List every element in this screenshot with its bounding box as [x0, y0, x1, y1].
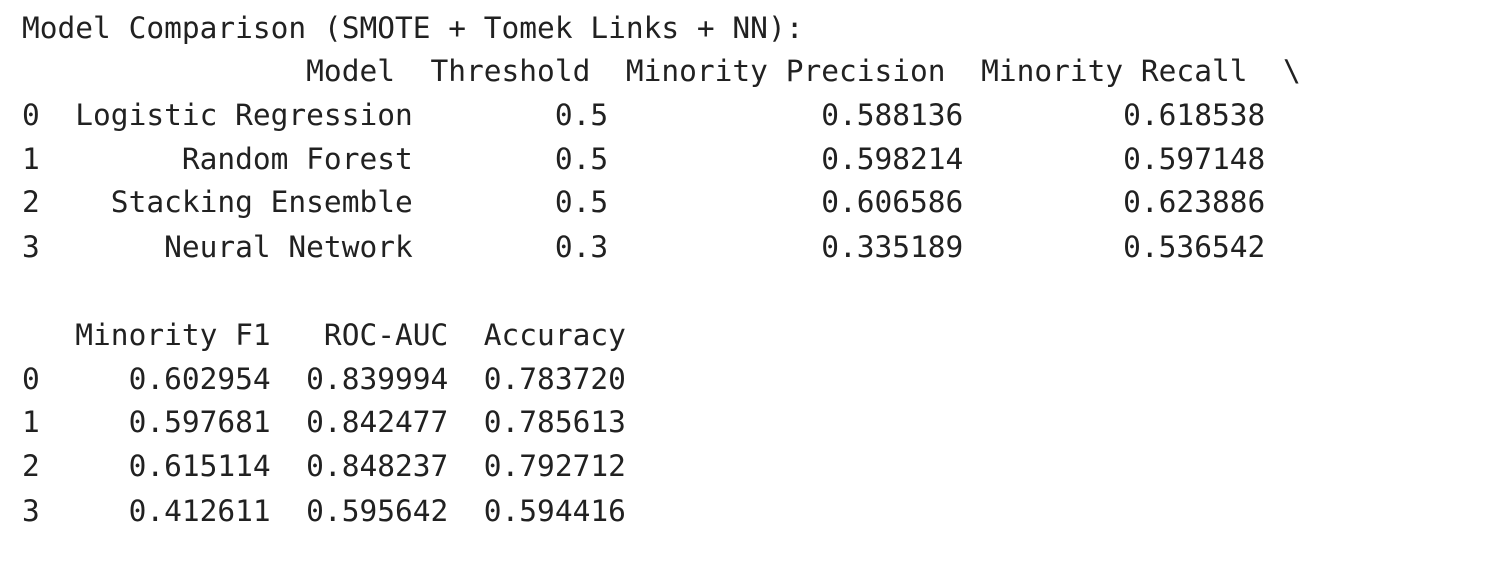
table1-row-1: 1 Random Forest 0.5 0.598214 0.597148: [22, 142, 1266, 176]
table2-row-0: 0 0.602954 0.839994 0.783720: [22, 362, 626, 396]
output-title: Model Comparison (SMOTE + Tomek Links + …: [22, 11, 804, 45]
table2-row-3: 3 0.412611 0.595642 0.594416: [22, 494, 626, 528]
console-output: Model Comparison (SMOTE + Tomek Links + …: [0, 0, 1491, 587]
table1-row-3: 3 Neural Network 0.3 0.335189 0.536542: [22, 230, 1266, 264]
table2-row-2: 2 0.615114 0.848237 0.792712: [22, 449, 626, 483]
table1-row-2: 2 Stacking Ensemble 0.5 0.606586 0.62388…: [22, 185, 1266, 219]
table1-row-0: 0 Logistic Regression 0.5 0.588136 0.618…: [22, 98, 1266, 132]
table1-header-row: Model Threshold Minority Precision Minor…: [22, 54, 1301, 88]
table2-row-1: 1 0.597681 0.842477 0.785613: [22, 405, 626, 439]
table2-header-row: Minority F1 ROC-AUC Accuracy: [22, 318, 626, 352]
